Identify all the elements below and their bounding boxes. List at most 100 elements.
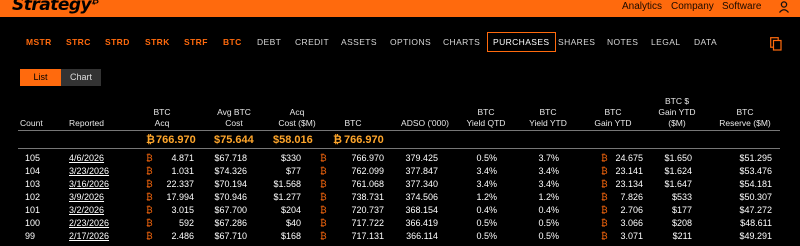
cell-reserve: $53.476 — [739, 166, 772, 176]
cell-btc: 761.068 — [351, 179, 384, 189]
header-line: Yield YTD — [529, 118, 567, 128]
cell-yield-qtd: 0.4% — [476, 205, 497, 215]
cell-adso: 368.154 — [405, 205, 438, 215]
cell-yield-qtd: 3.4% — [476, 179, 497, 189]
header-yield-qtd[interactable]: BTC Yield QTD — [463, 107, 509, 129]
cell-reserve: $50.307 — [739, 192, 772, 202]
header-btc[interactable]: BTC — [343, 118, 363, 129]
cell-reported[interactable]: 3/9/2026 — [69, 191, 104, 203]
cell-count: 99 — [25, 231, 36, 241]
cell-acq-cost: $77 — [285, 166, 301, 176]
cell-adso: 374.506 — [405, 192, 438, 202]
tab-charts[interactable]: CHARTS — [443, 37, 480, 47]
top-bar: Strategy₿ Analytics Company Software — [0, 0, 800, 17]
cell-btc: 717.131 — [351, 231, 384, 241]
bitcoin-icon: ₿ — [320, 166, 327, 176]
bitcoin-icon: ₿ — [320, 179, 327, 189]
tab-strc[interactable]: STRC — [66, 37, 91, 47]
bitcoin-icon: ₿ — [601, 231, 608, 241]
bitcoin-icon: ₿ — [146, 231, 153, 241]
list-toggle-button[interactable]: List — [20, 69, 61, 86]
header-line: Gain YTD — [658, 107, 696, 117]
header-line: BTC — [477, 107, 495, 117]
header-line: Yield QTD — [466, 118, 506, 128]
cell-gain-ytd: 3.066 — [620, 218, 643, 228]
nav-analytics[interactable]: Analytics — [622, 1, 662, 12]
bitcoin-icon: ₿ — [146, 218, 153, 228]
header-reported[interactable]: Reported — [69, 118, 104, 129]
tab-credit[interactable]: CREDIT — [295, 37, 329, 47]
header-adso[interactable]: ADSO ('000) — [398, 118, 452, 129]
tab-options[interactable]: OPTIONS — [390, 37, 431, 47]
tab-data[interactable]: DATA — [694, 37, 717, 47]
cell-acq-cost: $1.568 — [273, 179, 301, 189]
tab-btc[interactable]: BTC — [223, 37, 242, 47]
cell-reserve: $47.272 — [739, 205, 772, 215]
bitcoin-icon: ₿ — [601, 179, 608, 189]
cell-gain-usd: $177 — [671, 205, 692, 215]
header-avg-btc-cost[interactable]: Avg BTC Cost — [214, 107, 254, 129]
bitcoin-icon: ₿ — [146, 153, 153, 163]
summary-acq-cost: $58.016 — [273, 134, 313, 146]
cell-btc-acq: 3.015 — [171, 205, 194, 215]
tab-strd[interactable]: STRD — [105, 37, 130, 47]
bitcoin-icon: ₿ — [146, 179, 153, 189]
tab-legal[interactable]: LEGAL — [651, 37, 680, 47]
cell-btc-acq: 592 — [178, 218, 194, 228]
tab-shares[interactable]: SHARES — [558, 37, 595, 47]
chart-toggle-button[interactable]: Chart — [61, 69, 101, 86]
bitcoin-icon: ₿ — [146, 192, 153, 202]
cell-reported[interactable]: 4/6/2026 — [69, 152, 104, 164]
cell-reported[interactable]: 3/2/2026 — [69, 204, 104, 216]
cell-avg-cost: $67.286 — [214, 218, 247, 228]
cell-yield-qtd: 3.4% — [476, 166, 497, 176]
bitcoin-icon: ₿ — [320, 218, 327, 228]
user-icon[interactable] — [778, 0, 790, 14]
bitcoin-icon: ₿ — [601, 192, 608, 202]
summary-divider — [18, 148, 780, 149]
header-count[interactable]: Count — [20, 118, 43, 129]
summary-btc-symbol: ₿ — [146, 134, 155, 146]
cell-avg-cost: $67.710 — [214, 231, 247, 241]
cell-count: 103 — [25, 179, 41, 189]
cell-reported[interactable]: 2/17/2026 — [69, 230, 109, 242]
cell-reported[interactable]: 3/16/2026 — [69, 178, 109, 190]
strategy-logo[interactable]: Strategy₿ — [12, 0, 99, 15]
cell-gain-ytd: 3.071 — [620, 231, 643, 241]
cell-btc: 738.731 — [351, 192, 384, 202]
header-acq-cost[interactable]: Acq Cost ($M) — [272, 107, 322, 129]
tab-strf[interactable]: STRF — [184, 37, 208, 47]
cell-yield-ytd: 1.2% — [538, 192, 559, 202]
tab-strk[interactable]: STRK — [145, 37, 170, 47]
header-line: ($M) — [668, 118, 686, 128]
cell-acq-cost: $40 — [285, 218, 301, 228]
header-line: Reserve ($M) — [719, 118, 771, 128]
copy-icon[interactable] — [770, 37, 782, 51]
cell-reserve: $51.295 — [739, 153, 772, 163]
header-line: BTC — [736, 107, 754, 117]
header-btc-acq[interactable]: BTC Acq — [150, 107, 174, 129]
cell-adso: 377.847 — [405, 166, 438, 176]
header-gain-usd-ytd[interactable]: BTC $ Gain YTD ($M) — [652, 96, 702, 129]
bitcoin-icon: ₿ — [601, 205, 608, 215]
cell-yield-qtd: 0.5% — [476, 218, 497, 228]
header-gain-ytd[interactable]: BTC Gain YTD — [592, 107, 634, 129]
tab-purchases[interactable]: PURCHASES — [487, 32, 556, 52]
cell-reported[interactable]: 3/23/2026 — [69, 165, 109, 177]
tab-assets[interactable]: ASSETS — [341, 37, 377, 47]
cell-btc: 766.970 — [351, 153, 384, 163]
header-line: Avg BTC — [217, 107, 251, 117]
header-line: Gain YTD — [594, 118, 632, 128]
cell-acq-cost: $168 — [280, 231, 301, 241]
header-reserve[interactable]: BTC Reserve ($M) — [715, 107, 775, 129]
bitcoin-icon: ₿ — [320, 153, 327, 163]
cell-reported[interactable]: 2/23/2026 — [69, 217, 109, 229]
nav-company[interactable]: Company — [671, 1, 714, 12]
nav-software[interactable]: Software — [722, 1, 761, 12]
cell-gain-ytd: 23.134 — [615, 179, 643, 189]
tab-debt[interactable]: DEBT — [257, 37, 281, 47]
tab-notes[interactable]: NOTES — [607, 37, 638, 47]
header-yield-ytd[interactable]: BTC Yield YTD — [525, 107, 571, 129]
cell-btc-acq: 17.994 — [166, 192, 194, 202]
tab-mstr[interactable]: MSTR — [26, 37, 52, 47]
